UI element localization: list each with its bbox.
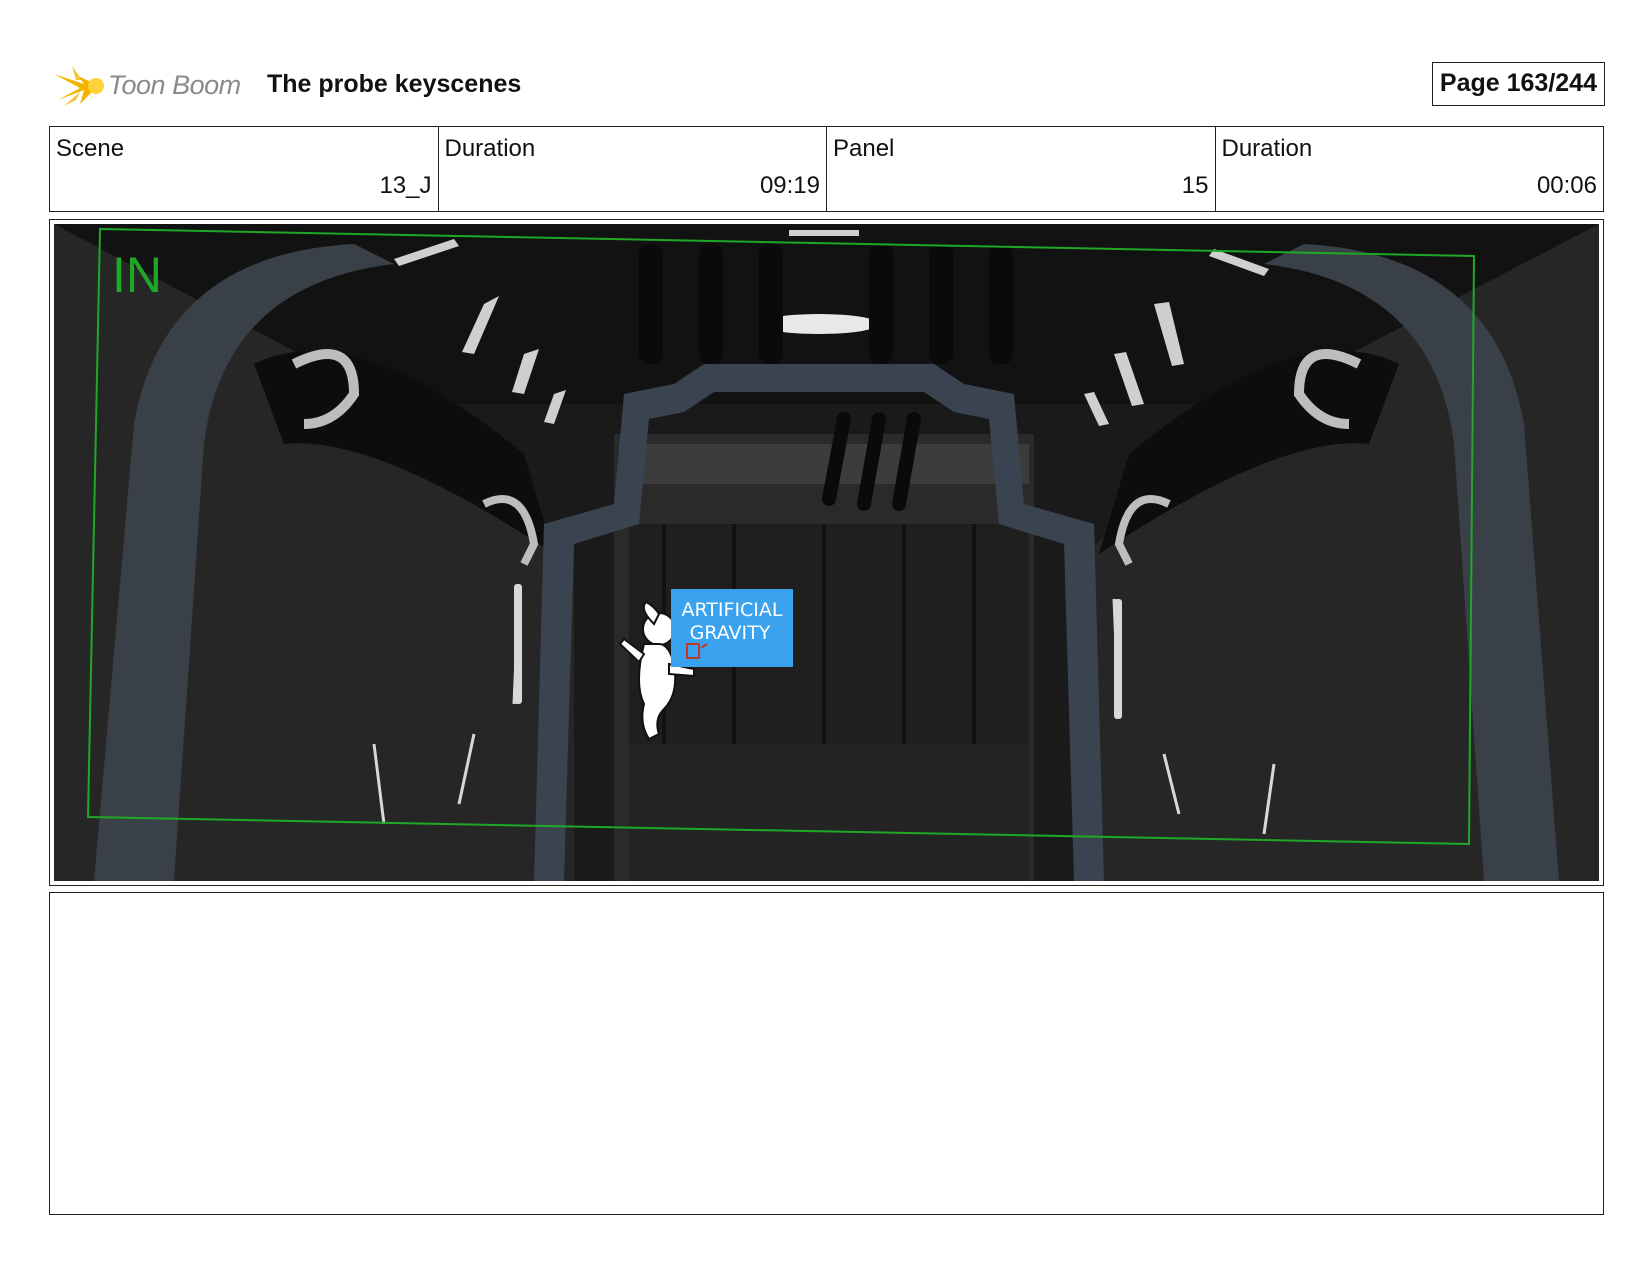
panel-value: 15 bbox=[1181, 172, 1209, 199]
panel-duration-value: 00:06 bbox=[1536, 172, 1597, 199]
sign-line-1: ARTIFICIAL bbox=[681, 599, 782, 621]
starburst-icon bbox=[54, 66, 104, 106]
panel-notes-box bbox=[49, 892, 1604, 1215]
page-header: Toon Boom The probe keyscenes Page 163/2… bbox=[50, 58, 1605, 114]
panel-duration-label: Duration bbox=[1221, 135, 1313, 162]
panel-frame: ARTIFICIAL GRAVITY IN bbox=[49, 219, 1604, 886]
scene-duration-cell: Duration 09:19 bbox=[439, 127, 827, 211]
scene-duration-label: Duration bbox=[444, 135, 536, 162]
spaceship-corridor-illustration: ARTIFICIAL GRAVITY IN bbox=[54, 224, 1599, 881]
sign-line-2: GRAVITY bbox=[690, 622, 771, 644]
toon-boom-logo: Toon Boom bbox=[50, 60, 250, 112]
panel-cell: Panel 15 bbox=[827, 127, 1216, 211]
page-number: Page 163/244 bbox=[1431, 62, 1605, 106]
scene-label: Scene bbox=[56, 135, 125, 162]
panel-label: Panel bbox=[833, 135, 895, 162]
panel-image: ARTIFICIAL GRAVITY IN bbox=[54, 224, 1599, 881]
logo-text: Toon Boom bbox=[108, 70, 241, 100]
scene-duration-value: 09:19 bbox=[759, 172, 820, 199]
panel-duration-cell: Duration 00:06 bbox=[1216, 127, 1604, 211]
safe-area-label: IN bbox=[112, 247, 162, 303]
scene-info-table: Scene 13_J Duration 09:19 Panel 15 Durat… bbox=[49, 126, 1604, 212]
artificial-gravity-sign: ARTIFICIAL GRAVITY bbox=[671, 589, 793, 667]
project-title: The probe keyscenes bbox=[267, 70, 522, 98]
scene-cell: Scene 13_J bbox=[50, 127, 439, 211]
scene-value: 13_J bbox=[379, 172, 432, 199]
